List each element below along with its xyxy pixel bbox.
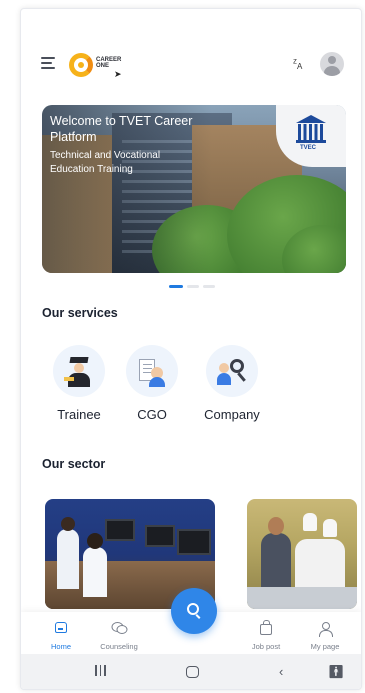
carousel-dot[interactable] [187,285,199,288]
system-navigation-bar: ‹ 🚹︎ [21,654,361,689]
tvec-label: TVEC [300,145,317,151]
carousel-dot-active[interactable] [169,285,183,288]
sector-heading: Our sector [42,457,106,471]
banner-title: Welcome to TVET Career Platform [50,114,193,144]
system-home-icon[interactable] [186,666,199,678]
sector-card-culinary[interactable] [247,499,357,609]
nav-job-post[interactable]: Job post [236,616,296,652]
welcome-banner[interactable]: Welcome to TVET Career Platform Technica… [42,105,346,273]
briefcase-icon [260,620,272,635]
services-heading: Our services [42,306,118,320]
back-icon[interactable]: ‹ [279,664,283,680]
nav-label: Job post [251,642,281,651]
pillar-building-icon [296,115,326,143]
graduate-icon [64,357,94,387]
logo-ring-icon [69,53,93,77]
home-icon [55,622,67,633]
menu-icon[interactable] [41,57,55,69]
logo-text: CAREER ONE [96,57,122,69]
search-fab-button[interactable] [171,588,217,634]
search-people-icon [217,357,247,387]
nav-my-page[interactable]: My page [295,616,355,652]
carousel-dot[interactable] [203,285,215,288]
service-label: Company [204,407,260,422]
phone-screen: CAREER ONE ➤ ᶻA Welcome to TVET Career P… [20,8,362,690]
search-icon [187,603,199,615]
logo-cursor-icon: ➤ [114,69,122,79]
service-label: Trainee [57,407,101,422]
accessibility-icon[interactable]: 🚹︎ [328,664,345,680]
service-company[interactable]: Company [192,345,272,425]
service-label: CGO [137,407,167,422]
nav-counseling[interactable]: Counseling [89,616,149,652]
career-one-logo[interactable]: CAREER ONE ➤ [69,51,129,79]
user-avatar-icon[interactable] [320,52,344,76]
nav-label: My page [310,642,340,651]
document-person-icon [137,357,167,387]
chat-icon [111,622,128,634]
carousel-indicator [169,285,229,289]
translate-icon[interactable]: ᶻA [293,57,302,71]
service-trainee[interactable]: Trainee [39,345,119,425]
app-header: CAREER ONE ➤ ᶻA [21,47,361,83]
nav-label: Home [50,642,71,651]
service-cgo[interactable]: CGO [112,345,192,425]
recent-apps-icon[interactable] [95,664,109,680]
banner-subtitle: Technical and Vocational Education Train… [50,150,161,175]
user-icon [318,622,333,637]
nav-home[interactable]: Home [31,616,91,652]
nav-label: Counseling [100,642,138,651]
